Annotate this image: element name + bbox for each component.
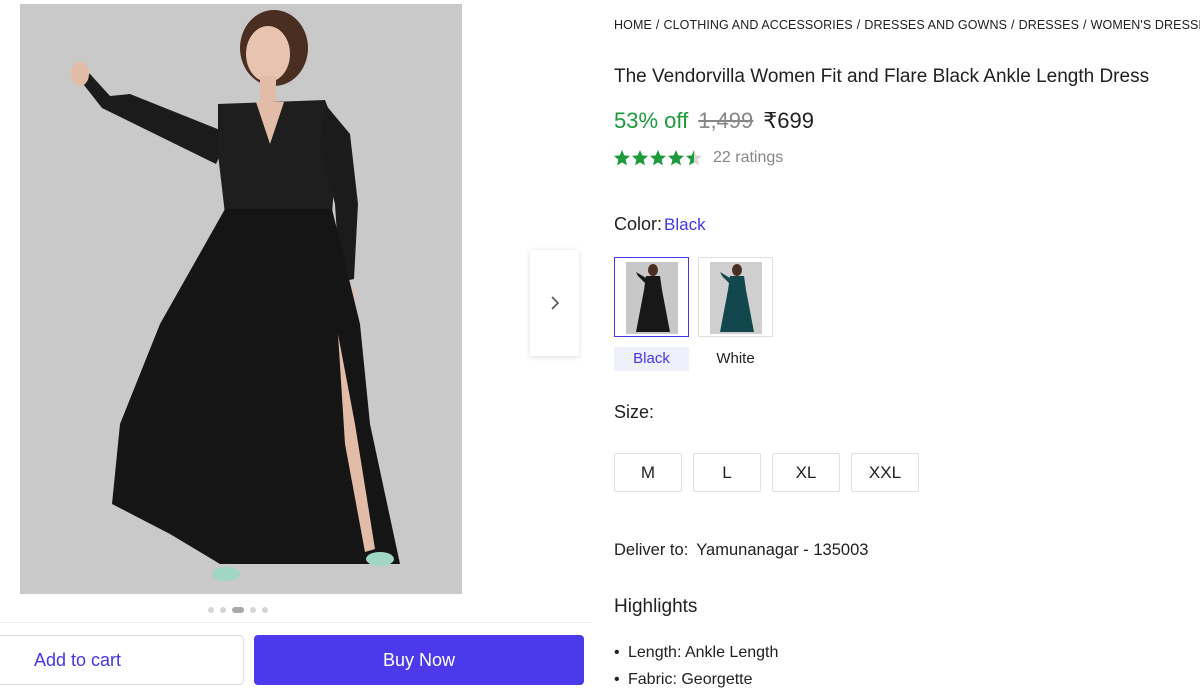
highlight-text: Fabric: Georgette bbox=[628, 670, 753, 688]
price-row: 53% off 1,499 ₹699 bbox=[614, 108, 814, 134]
highlights-list: • Length: Ankle Length • Fabric: Georgette bbox=[614, 639, 778, 693]
size-option-m[interactable]: M bbox=[614, 453, 682, 492]
discount-percent: 53% off bbox=[614, 108, 689, 133]
breadcrumb-home[interactable]: HOME bbox=[614, 18, 652, 32]
swatch-label-white[interactable]: White bbox=[698, 347, 773, 371]
highlight-text: Length: Ankle Length bbox=[628, 643, 779, 661]
selling-price: ₹699 bbox=[763, 108, 814, 133]
gallery-dot[interactable] bbox=[250, 607, 256, 613]
gallery-dot[interactable] bbox=[208, 607, 214, 613]
breadcrumb-dresses[interactable]: DRESSES bbox=[1019, 18, 1079, 32]
star-rating bbox=[613, 149, 703, 167]
rating-row[interactable]: 22 ratings bbox=[613, 149, 783, 167]
breadcrumb: HOME / CLOTHING AND ACCESSORIES / DRESSES AN… bbox=[614, 18, 1200, 32]
dress-model-image bbox=[20, 4, 462, 594]
delivery-location[interactable]: Deliver to: Yamunanagar - 135003 bbox=[614, 541, 868, 560]
size-option-xl[interactable]: XL bbox=[772, 453, 840, 492]
star-icon bbox=[650, 150, 666, 166]
size-option-xxl[interactable]: XXL bbox=[851, 453, 919, 492]
highlights-heading: Highlights bbox=[614, 596, 698, 617]
size-option-l[interactable]: L bbox=[693, 453, 761, 492]
size-options: M L XL XXL bbox=[614, 453, 919, 492]
breadcrumb-womens-dresses[interactable]: WOMEN'S DRESSES bbox=[1091, 18, 1200, 32]
color-selector-label: Color: Black bbox=[614, 214, 706, 235]
gallery-dot[interactable] bbox=[262, 607, 268, 613]
add-to-cart-button[interactable]: Add to cart bbox=[0, 635, 244, 685]
product-title: The Vendorvilla Women Fit and Flare Blac… bbox=[614, 66, 1150, 87]
product-main-image[interactable] bbox=[20, 4, 462, 594]
color-label: Color: bbox=[614, 214, 663, 234]
rating-count: 22 ratings bbox=[713, 149, 784, 166]
gallery-dot-active[interactable] bbox=[232, 607, 244, 613]
breadcrumb-dresses-gowns[interactable]: DRESSES AND GOWNS bbox=[864, 18, 1007, 32]
gallery-dot[interactable] bbox=[220, 607, 226, 613]
size-selector-label: Size: bbox=[614, 402, 655, 422]
selected-color-value: Black bbox=[664, 215, 706, 234]
swatch-thumbnail-black bbox=[626, 262, 678, 334]
gallery-dots bbox=[208, 607, 268, 613]
buy-now-button[interactable]: Buy Now bbox=[254, 635, 584, 685]
highlight-item: • Fabric: Georgette bbox=[614, 670, 753, 688]
star-icon bbox=[632, 150, 648, 166]
color-swatch-white[interactable] bbox=[698, 257, 773, 337]
gallery-next-button[interactable] bbox=[530, 250, 579, 356]
action-bar: Add to cart Buy Now bbox=[0, 622, 592, 693]
deliver-to-label: Deliver to: bbox=[614, 541, 689, 559]
highlight-item: • Length: Ankle Length bbox=[614, 643, 779, 661]
star-icon bbox=[614, 150, 630, 166]
delivery-pincode: Yamunanagar - 135003 bbox=[696, 541, 869, 559]
chevron-right-icon bbox=[550, 296, 559, 310]
swatch-label-black[interactable]: Black bbox=[614, 347, 689, 371]
original-price: 1,499 bbox=[698, 108, 754, 133]
star-icon bbox=[668, 150, 684, 166]
swatch-thumbnail-white bbox=[710, 262, 762, 334]
breadcrumb-clothing[interactable]: CLOTHING AND ACCESSORIES bbox=[663, 18, 852, 32]
star-icon bbox=[686, 150, 702, 166]
color-swatch-black[interactable] bbox=[614, 257, 689, 337]
